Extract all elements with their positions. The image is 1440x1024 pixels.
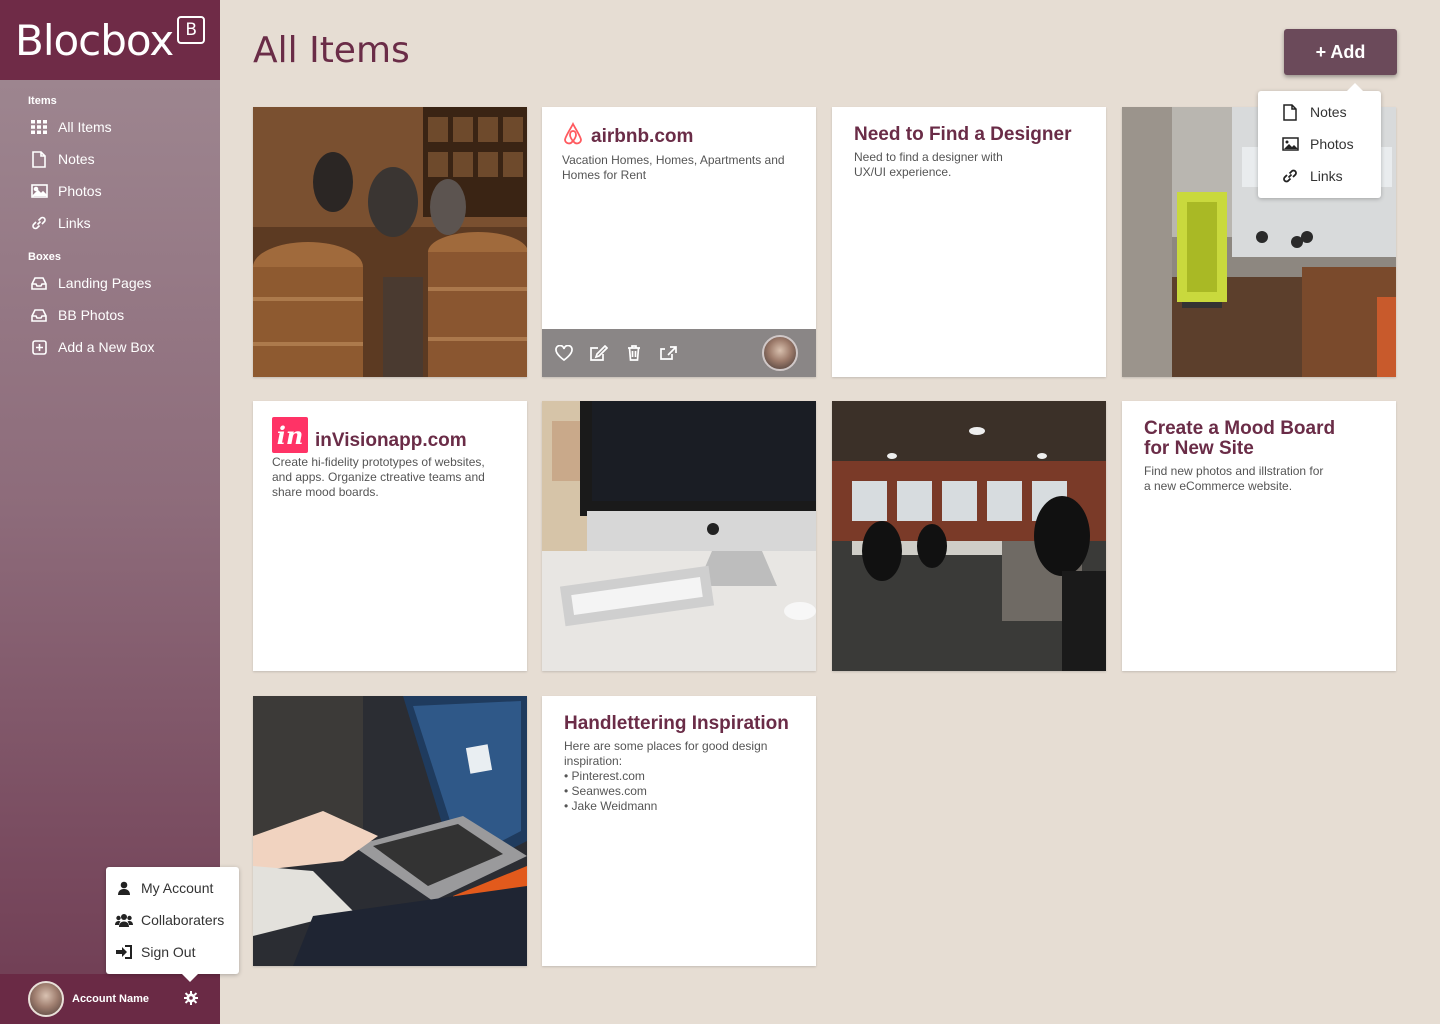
items-section-title: Items [28,95,57,107]
list-item: • Seanwes.com [564,784,647,798]
photo-card-imac-desk[interactable] [542,401,816,671]
note-list: • Pinterest.com • Seanwes.com • Jake Wei… [564,769,794,814]
link-description: Create hi-fidelity prototypes of website… [272,455,485,499]
page-title: All Items [253,30,410,71]
sidebar-item-label: Landing Pages [58,275,152,291]
menu-item-label: Collaboraters [141,912,225,928]
gear-icon[interactable] [183,990,199,1011]
grid-icon [30,118,48,136]
card-content: airbnb.com Vacation Homes, Homes, Apartm… [542,107,816,198]
sidebar-item-notes[interactable]: Notes [0,143,220,175]
logo-text: Blocbox [15,15,174,65]
menu-item-collaboraters[interactable]: Collaboraters [106,904,239,936]
note-card-designer[interactable]: Need to Find a Designer Need to find a d… [832,107,1106,377]
note-body: Find new photos and illstration for a ne… [1144,464,1324,493]
document-icon [1280,103,1300,121]
menu-item-label: Sign Out [141,944,196,960]
menu-item-label: Links [1310,168,1343,184]
invision-logo-icon: in [272,417,308,453]
sidebar-item-label: Notes [58,151,95,167]
card-content: in inVisionapp.com Create hi-fidelity pr… [253,401,527,516]
trash-icon[interactable] [624,343,644,363]
users-icon [114,913,134,927]
logo[interactable]: Blocbox B [0,0,220,80]
heart-icon[interactable] [554,343,574,363]
link-icon [30,214,48,232]
inbox-icon [30,306,48,324]
imac-desk-photo [542,401,816,671]
photo-card-laptop[interactable] [253,696,527,966]
link-header: in inVisionapp.com [272,417,508,453]
list-item: • Pinterest.com [564,769,645,783]
sidebar-item-landing-pages[interactable]: Landing Pages [0,267,220,299]
link-title[interactable]: airbnb.com [591,126,693,148]
list-item: • Jake Weidmann [564,799,658,813]
menu-item-label: My Account [141,880,214,896]
sidebar-item-links[interactable]: Links [0,207,220,239]
inbox-icon [30,274,48,292]
avatar[interactable] [28,981,64,1017]
document-icon [30,150,48,168]
link-description: Vacation Homes, Homes, Apartments and Ho… [562,153,785,182]
sidebar-item-label: BB Photos [58,307,125,323]
avatar[interactable] [762,335,798,371]
menu-item-label: Photos [1310,136,1354,152]
add-button[interactable]: + Add [1284,29,1397,75]
card-content: Handlettering Inspiration Here are some … [542,696,816,832]
card-content: Create a Mood Board for New Site Find ne… [1122,401,1396,512]
menu-item-sign-out[interactable]: Sign Out [106,936,239,968]
card-toolbar [542,329,816,377]
add-menu-item-links[interactable]: Links [1258,160,1381,192]
note-title: Create a Mood Board for New Site [1144,418,1336,459]
link-card-airbnb[interactable]: airbnb.com Vacation Homes, Homes, Apartm… [542,107,816,377]
link-card-invision[interactable]: in inVisionapp.com Create hi-fidelity pr… [253,401,527,671]
open-office-photo [832,401,1106,671]
account-name: Account Name [72,993,150,1005]
sidebar-item-add-new-box[interactable]: Add a New Box [0,331,220,363]
link-title[interactable]: inVisionapp.com [315,430,467,452]
sidebar-item-bb-photos[interactable]: BB Photos [0,299,220,331]
card-content: Need to Find a Designer Need to find a d… [832,107,1106,198]
sidebar-item-photos[interactable]: Photos [0,175,220,207]
sign-out-icon [114,945,134,959]
boxes-nav: Landing Pages BB Photos Add a New Box [0,267,220,363]
plus-square-icon [30,338,48,356]
laptop-photo [253,696,527,966]
add-menu: Notes Photos Links [1258,83,1381,198]
items-nav: All Items Notes Photos Links [0,111,220,239]
sidebar-item-label: All Items [58,119,112,135]
image-icon [1280,137,1300,151]
menu-item-label: Notes [1310,104,1347,120]
photo-card-wine-bar[interactable] [253,107,527,377]
add-menu-item-photos[interactable]: Photos [1258,128,1381,160]
sidebar-item-label: Add a New Box [58,339,155,355]
sidebar-item-all-items[interactable]: All Items [0,111,220,143]
edit-icon[interactable] [589,343,609,363]
wine-bar-photo [253,107,527,377]
user-icon [114,881,134,895]
note-body: Here are some places for good design ins… [564,739,768,768]
add-menu-item-notes[interactable]: Notes [1258,96,1381,128]
menu-item-my-account[interactable]: My Account [106,872,239,904]
sidebar-item-label: Links [58,215,91,231]
photo-card-open-office[interactable] [832,401,1106,671]
note-card-mood-board[interactable]: Create a Mood Board for New Site Find ne… [1122,401,1396,671]
airbnb-logo-icon [562,121,584,151]
logo-badge: B [177,16,206,44]
note-card-handlettering[interactable]: Handlettering Inspiration Here are some … [542,696,816,966]
link-icon [1280,168,1300,184]
boxes-section-title: Boxes [28,251,62,263]
link-header: airbnb.com [562,121,796,151]
sidebar-item-label: Photos [58,183,102,199]
image-icon [30,182,48,200]
account-menu: My Account Collaboraters Sign Out [106,867,239,982]
share-icon[interactable] [659,343,679,363]
note-title: Handlettering Inspiration [564,713,789,734]
note-title: Need to Find a Designer [854,124,1072,145]
note-body: Need to find a designer with UX/UI exper… [854,150,1003,179]
